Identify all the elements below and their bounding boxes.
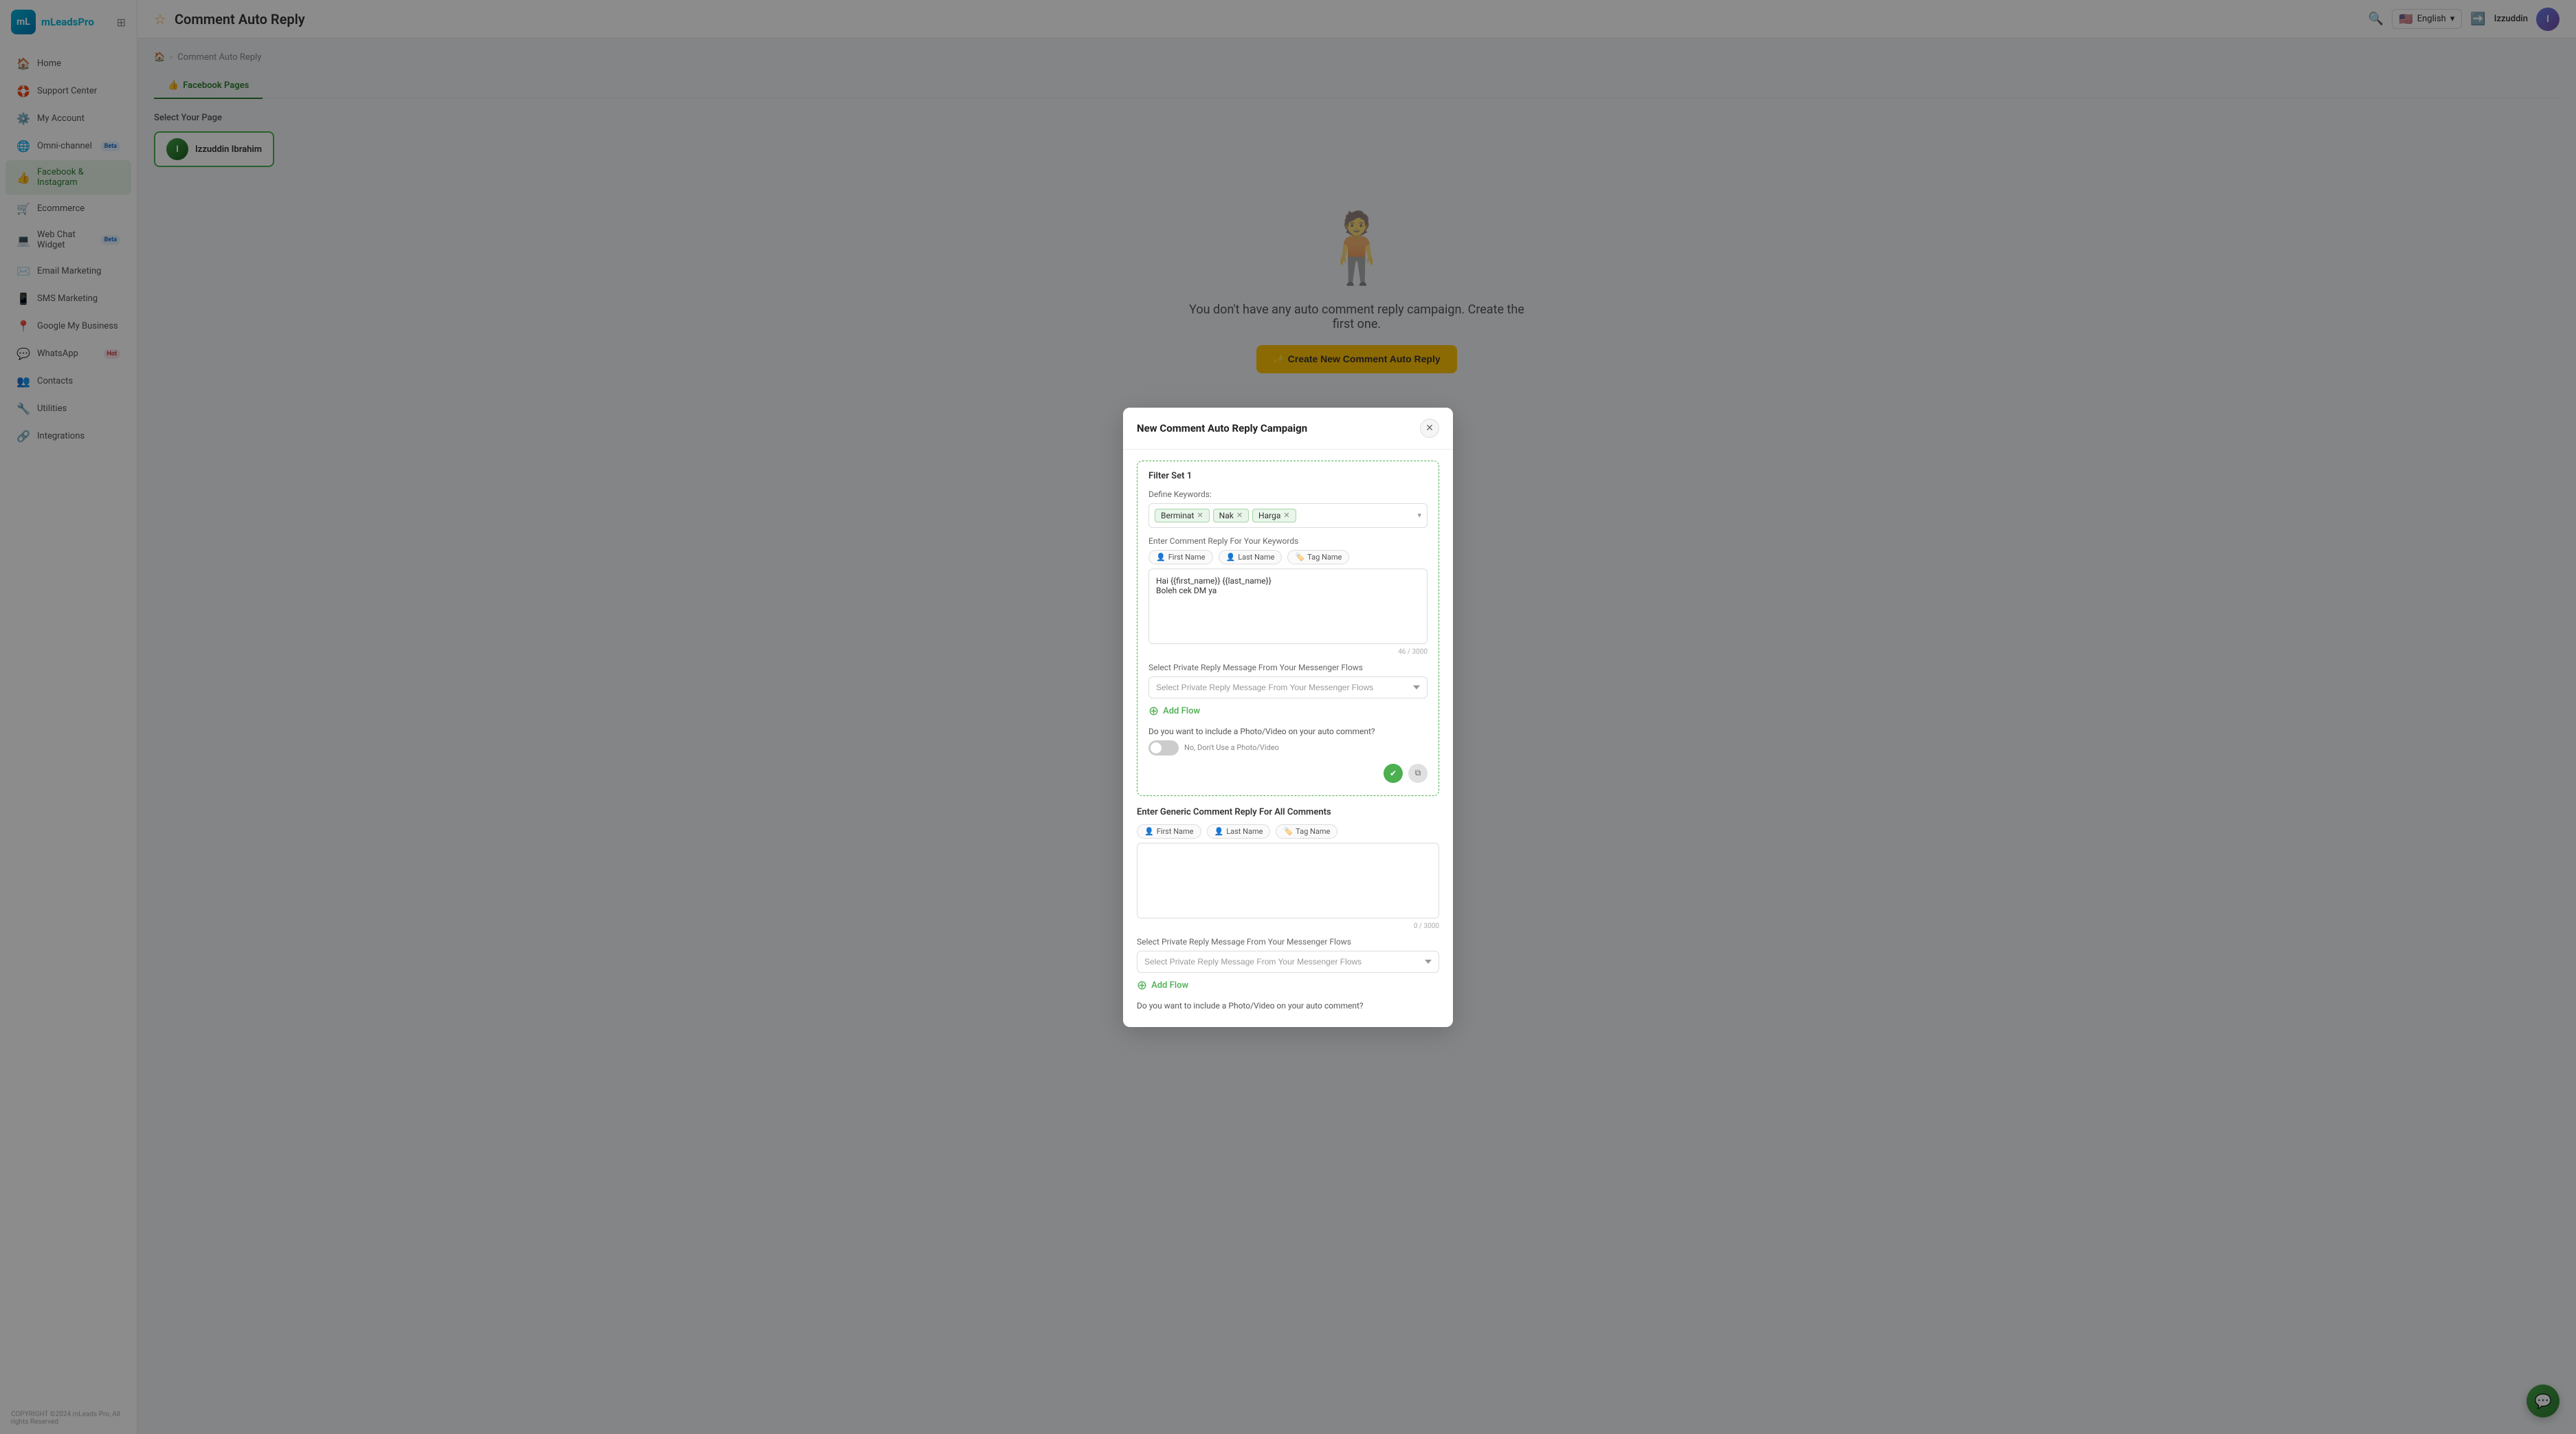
plus-icon: ⊕ [1148,704,1159,718]
step-dot-active[interactable]: ✔ [1384,764,1403,783]
select-flow-label: Select Private Reply Message From Your M… [1148,663,1428,672]
generic-select-flow-dropdown[interactable]: Select Private Reply Message From Your M… [1137,951,1439,973]
modal-overlay[interactable]: New Comment Auto Reply Campaign ✕ Filter… [0,0,2576,1434]
generic-reply-textarea[interactable] [1137,843,1439,918]
generic-photo-video-label: Do you want to include a Photo/Video on … [1137,1001,1439,1011]
generic-title: Enter Generic Comment Reply For All Comm… [1137,807,1439,817]
insert-tag-name-button[interactable]: 🏷️ Tag Name [1287,550,1349,564]
modal: New Comment Auto Reply Campaign ✕ Filter… [1123,408,1453,1027]
modal-body: Filter Set 1 Define Keywords: Berminat✕N… [1123,450,1453,1027]
keyword-tag[interactable]: Harga✕ [1252,509,1296,522]
tag-icon: 🏷️ [1295,553,1304,562]
generic-char-count: 0 / 3000 [1137,923,1439,930]
keyword-remove-icon[interactable]: ✕ [1197,511,1203,520]
step-dot-copy[interactable]: ⧉ [1408,764,1428,783]
modal-close-button[interactable]: ✕ [1420,419,1439,438]
modal-header: New Comment Auto Reply Campaign ✕ [1123,408,1453,450]
generic-photo-video-section: Do you want to include a Photo/Video on … [1137,1001,1439,1011]
step-indicators: ✔ ⧉ [1148,764,1428,786]
generic-section: Enter Generic Comment Reply For All Comm… [1137,807,1439,1011]
person-icon: 👤 [1156,553,1166,562]
keyword-remove-icon[interactable]: ✕ [1236,511,1243,520]
toggle-thumb [1151,742,1162,753]
generic-insert-first-name-button[interactable]: 👤 First Name [1137,824,1201,839]
generic-insert-last-name-button[interactable]: 👤 Last Name [1207,824,1271,839]
insert-last-name-button[interactable]: 👤 Last Name [1219,550,1283,564]
photo-video-section: Do you want to include a Photo/Video on … [1148,727,1428,755]
generic-insert-tag-name-button[interactable]: 🏷️ Tag Name [1276,824,1337,839]
insert-buttons: 👤 First Name 👤 Last Name 🏷️ Tag Name [1148,550,1428,564]
insert-first-name-button[interactable]: 👤 First Name [1148,550,1213,564]
generic-insert-buttons: 👤 First Name 👤 Last Name 🏷️ Tag Name [1137,824,1439,839]
generic-add-flow-button[interactable]: ⊕ Add Flow [1137,978,1439,993]
reply-label: Enter Comment Reply For Your Keywords [1148,536,1428,546]
keyword-tag[interactable]: Nak✕ [1213,509,1249,522]
tag-icon-2: 🏷️ [1283,827,1293,836]
photo-video-toggle[interactable] [1148,740,1179,755]
reply-textarea[interactable] [1148,569,1428,644]
person-icon-2: 👤 [1226,553,1236,562]
person-icon-4: 👤 [1214,827,1224,836]
generic-select-flow-label: Select Private Reply Message From Your M… [1137,937,1439,947]
char-count: 46 / 3000 [1148,648,1428,656]
plus-icon-2: ⊕ [1137,978,1147,993]
keyword-tag[interactable]: Berminat✕ [1155,509,1210,522]
keywords-dropdown-icon[interactable]: ▾ [1417,511,1421,520]
keyword-remove-icon[interactable]: ✕ [1283,511,1289,520]
toggle-label: No, Don't Use a Photo/Video [1184,743,1279,752]
filter-set-1: Filter Set 1 Define Keywords: Berminat✕N… [1137,461,1439,796]
person-icon-3: 👤 [1144,827,1154,836]
keywords-label: Define Keywords: [1148,489,1428,499]
add-flow-button[interactable]: ⊕ Add Flow [1148,704,1428,718]
keywords-input[interactable]: Berminat✕Nak✕Harga✕ ▾ [1148,503,1428,528]
filter-set-title: Filter Set 1 [1148,471,1428,481]
modal-title: New Comment Auto Reply Campaign [1137,422,1307,434]
select-flow-dropdown[interactable]: Select Private Reply Message From Your M… [1148,676,1428,698]
photo-video-label: Do you want to include a Photo/Video on … [1148,727,1428,736]
toggle-row: No, Don't Use a Photo/Video [1148,740,1428,755]
